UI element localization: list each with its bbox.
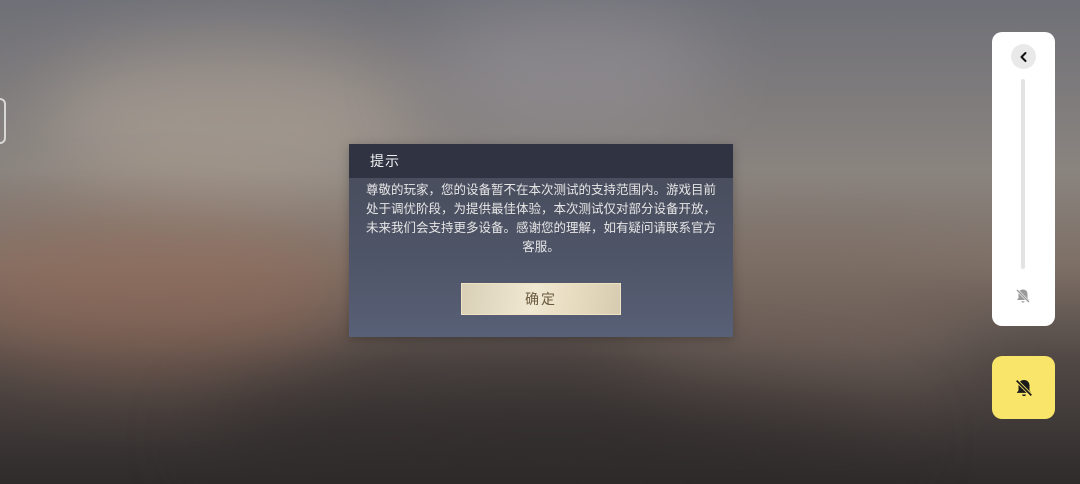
background-blur [420,10,720,130]
volume-slider[interactable] [1021,79,1025,269]
notice-dialog: 提示 尊敬的玩家，您的设备暂不在本次测试的支持范围内。游戏目前处于调优阶段，为提… [349,144,733,337]
chevron-left-icon [1020,51,1026,62]
bell-off-icon [1014,378,1033,397]
dialog-message: 尊敬的玩家，您的设备暂不在本次测试的支持范围内。游戏目前处于调优阶段，为提供最佳… [365,182,716,254]
dialog-title: 提示 [370,154,400,170]
mute-toggle[interactable] [1011,284,1035,308]
dialog-header: 提示 [349,144,733,178]
edge-tab[interactable] [0,98,6,144]
confirm-button[interactable]: 确定 [461,283,621,315]
notification-toggle-button[interactable] [992,356,1055,419]
game-screen: 提示 尊敬的玩家，您的设备暂不在本次测试的支持范围内。游戏目前处于调优阶段，为提… [0,0,1080,484]
collapse-button[interactable] [1011,44,1036,69]
bell-off-icon [1016,289,1030,303]
background-blur [0,220,360,370]
floating-panel [992,32,1055,326]
